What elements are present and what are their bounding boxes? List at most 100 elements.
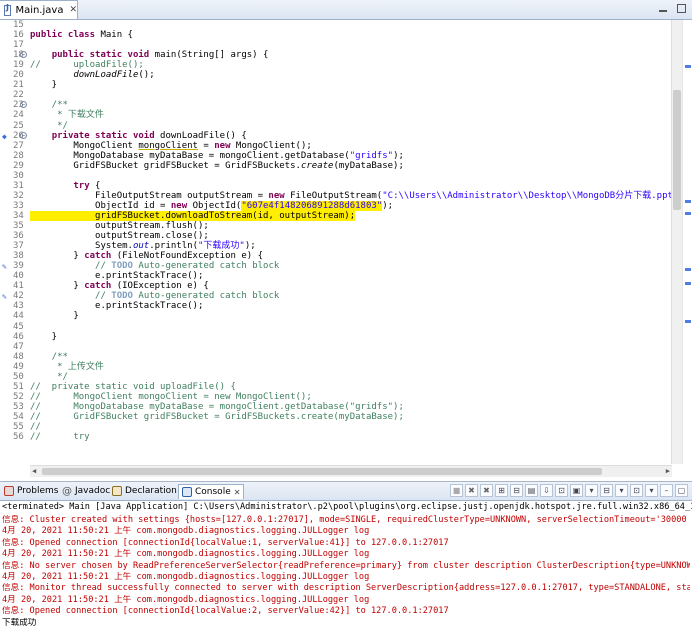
code-token: "C:\\Users\\Administrator\\Desktop\\Mong… [382,190,672,201]
overview-marker[interactable] [685,212,691,215]
code-token: // MongoClient mongoClient = new MongoCl… [30,391,312,402]
editor-tab-main-java[interactable]: Main.java ✕ [0,0,78,19]
code-token: Auto-generated catch block [132,261,280,272]
line-number: 56 [13,432,24,443]
editor-tab-bar: Main.java ✕ [0,0,692,20]
code-token: FileOutputStream( [284,190,383,201]
overview-marker[interactable] [685,65,691,68]
code-token: ); [244,241,256,252]
code-token: main(String[] args) { [149,50,269,61]
code-token: */ [30,371,68,382]
overview-marker[interactable] [685,282,691,285]
console-panel: Problems @ Javadoc Declaration Console ✕… [0,482,692,628]
code-token: * 上传文件 [30,361,104,372]
tab-label: Javadoc [75,486,111,496]
code-token: TODO [111,291,133,302]
console-line: 信息: Cluster created with settings {hosts… [2,515,690,525]
code-token: } [30,331,58,342]
console-line: 4月 20, 2021 11:50:21 上午 com.mongodb.diag… [2,549,370,560]
code-token: "下载成功" [198,241,245,252]
tab-javadoc[interactable]: @ Javadoc [62,484,110,498]
overview-marker[interactable] [685,268,691,271]
java-file-icon [4,3,12,16]
word-wrap-icon[interactable]: ⊟ [510,484,523,497]
console-line: 4月 20, 2021 11:50:21 上午 com.mongodb.diag… [2,526,370,537]
code-token: } [30,281,85,292]
show-on-stdout-icon[interactable]: ▤ [525,484,538,497]
tab-problems[interactable]: Problems [4,484,58,498]
remove-launch-icon[interactable]: ✖ [465,484,478,497]
close-tab-icon[interactable]: ✕ [69,5,77,15]
java-editor: Main.java ✕ 1516public class Main {1718−… [0,0,692,482]
code-token: Auto-generated catch block [132,291,280,302]
overview-ruler[interactable] [682,20,692,464]
horizontal-scrollbar[interactable]: ◀ ▶ [30,465,672,477]
code-token: downLoadFile() { [154,130,247,141]
code-token: catch [84,281,112,292]
code-token: new [214,140,231,151]
code-token: // try [30,432,90,443]
tab-declaration[interactable]: Declaration [112,484,177,498]
code-token: MongoDatabase myDataBase = mongoClient.g… [30,150,350,161]
overview-marker[interactable] [685,320,691,323]
vertical-scrollbar[interactable] [671,20,682,464]
pin-console-icon[interactable]: ⊡ [555,484,568,497]
scroll-right-icon[interactable]: ▶ [666,467,670,475]
code-token: */ [30,120,68,131]
override-marker-icon[interactable]: ◆ [2,131,11,141]
horizontal-scroll-thumb[interactable] [42,468,602,475]
code-token: new [268,190,285,201]
terminate-icon[interactable]: ■ [450,484,463,497]
code-token: catch [84,251,112,262]
code-token: } [30,311,79,322]
tab-label: Console [195,487,231,497]
console-line: 4月 20, 2021 11:50:21 上午 com.mongodb.diag… [2,572,370,582]
code-token: create [300,160,334,171]
maximize-icon[interactable] [676,3,686,13]
code-token: System. [30,241,133,252]
code-token: (); [138,70,155,81]
code-token: e.printStackTrace(); [30,301,204,312]
task-marker-icon[interactable]: ✎ [2,261,11,271]
show-on-stderr-icon[interactable]: ⇩ [540,484,553,497]
code-token: /** [30,351,68,362]
code-token: // private static void uploadFile() { [30,381,236,392]
task-marker-icon[interactable]: ✎ [2,291,11,301]
editor-tab-label: Main.java [15,4,64,16]
code-token: outputStream.close(); [30,231,209,242]
code-token: /** [30,100,68,111]
code-token: e.printStackTrace(); [30,271,204,282]
tab-console[interactable]: Console ✕ [178,484,245,499]
scroll-left-icon[interactable]: ◀ [32,467,36,475]
close-console-icon[interactable]: ✕ [234,488,241,497]
code-token: ); [393,150,404,161]
display-console-icon[interactable]: ▣ [570,484,583,497]
overview-marker[interactable] [685,200,691,203]
code-token: new [170,200,188,211]
code-token: * 下载文件 [30,110,104,121]
code-token: FileOutputStream outputStream = [30,190,269,201]
code-token: .println( [149,241,198,252]
view-menu-icon[interactable]: ⊡ [630,484,643,497]
code-token: // uploadFile(); [30,60,144,71]
minimize-icon[interactable]: – [660,484,673,497]
open-dropdown-icon[interactable]: ▾ [615,484,628,497]
console-line: 信息: Opened connection [connectionId{loca… [2,537,449,548]
code-text: // try [30,432,90,443]
code-token: (FileNotFoundException e) { [111,251,263,262]
code-token: } [30,251,85,262]
remove-all-icon[interactable]: ✖ [480,484,493,497]
maximize-icon[interactable]: ▢ [675,484,688,497]
code-area[interactable]: 15 16 public class Main {17 18− public stat… [0,20,672,464]
open-console-icon[interactable]: ⊟ [600,484,613,497]
fold-toggle-icon[interactable]: − [20,131,27,139]
minimize-icon[interactable] [658,3,668,13]
menu-dropdown-icon[interactable]: ▾ [645,484,658,497]
scroll-lock-icon[interactable]: ⊞ [495,484,508,497]
code-line[interactable]: 56 // try [0,432,672,443]
code-token: Main { [95,30,133,41]
vertical-scroll-thumb[interactable] [673,90,681,210]
display-dropdown-icon[interactable]: ▾ [585,484,598,497]
